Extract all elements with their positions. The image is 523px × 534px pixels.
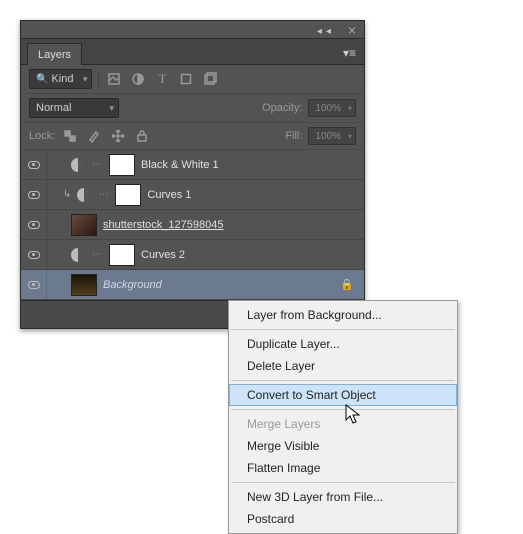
visibility-toggle[interactable] [21, 180, 47, 209]
layer-name[interactable]: Background [103, 279, 162, 291]
eye-icon [28, 161, 40, 169]
lock-pixels-icon[interactable] [85, 127, 103, 145]
menu-layer-from-background[interactable]: Layer from Background... [229, 304, 457, 326]
collapse-arrows-icon[interactable]: ◂◂ [317, 26, 334, 34]
layer-row[interactable]: shutterstock_127598045 [21, 210, 364, 240]
menu-convert-smart-object[interactable]: Convert to Smart Object [229, 384, 457, 406]
visibility-toggle[interactable] [21, 150, 47, 179]
lock-transparency-icon[interactable] [61, 127, 79, 145]
panel-topbar: ◂◂ × [21, 21, 364, 39]
opacity-value[interactable]: 100% [308, 99, 356, 117]
visibility-toggle[interactable] [21, 210, 47, 239]
eye-icon [28, 191, 40, 199]
mask-link-icon[interactable]: ⋯ [91, 159, 103, 170]
menu-merge-visible[interactable]: Merge Visible [229, 435, 457, 457]
menu-separator [231, 409, 455, 410]
mask-link-icon[interactable]: ⋯ [97, 189, 109, 200]
mask-link-icon[interactable]: ⋯ [91, 249, 103, 260]
layer-filter-row: 🔍 Kind T [21, 65, 364, 94]
menu-delete-layer[interactable]: Delete Layer [229, 355, 457, 377]
filter-adjustment-icon[interactable] [129, 70, 147, 88]
panel-tabbar: Layers ▾≡ [21, 39, 364, 65]
adjustment-icon [71, 158, 85, 172]
fill-value[interactable]: 100% [308, 127, 356, 145]
layer-list: ⋯ Black & White 1 ↳ ⋯ Curves 1 shutterst… [21, 150, 364, 300]
menu-merge-layers: Merge Layers [229, 413, 457, 435]
search-icon: 🔍 [36, 74, 48, 85]
menu-flatten-image[interactable]: Flatten Image [229, 457, 457, 479]
lock-icon: 🔒 [340, 278, 354, 291]
divider [98, 70, 99, 88]
lock-row: Lock: Fill: 100% [21, 123, 364, 150]
filter-pixel-icon[interactable] [105, 70, 123, 88]
eye-icon [28, 281, 40, 289]
layer-mask-thumb[interactable] [109, 154, 135, 176]
adjustment-icon [71, 248, 85, 262]
filter-type-icon[interactable]: T [153, 70, 171, 88]
filter-kind-label: Kind [51, 73, 73, 85]
filter-kind-select[interactable]: 🔍 Kind [29, 69, 92, 89]
layer-thumbnail[interactable] [71, 214, 97, 236]
tab-layers[interactable]: Layers [27, 43, 82, 65]
blend-mode-select[interactable]: Normal [29, 98, 119, 118]
lock-all-icon[interactable] [133, 127, 151, 145]
opacity-label: Opacity: [262, 102, 302, 114]
panel-menu-icon[interactable]: ▾≡ [335, 42, 364, 64]
layers-panel: ◂◂ × Layers ▾≡ 🔍 Kind T Normal Opacity: … [20, 20, 365, 329]
close-icon[interactable]: × [344, 22, 360, 38]
layer-context-menu: Layer from Background... Duplicate Layer… [228, 300, 458, 534]
menu-postcard[interactable]: Postcard [229, 508, 457, 530]
fill-label: Fill: [285, 130, 302, 142]
layer-name[interactable]: Curves 1 [147, 189, 191, 201]
layer-mask-thumb[interactable] [109, 244, 135, 266]
visibility-toggle[interactable] [21, 270, 47, 299]
adjustment-icon [77, 188, 91, 202]
eye-icon [28, 251, 40, 259]
layer-name[interactable]: Black & White 1 [141, 159, 219, 171]
layer-name[interactable]: Curves 2 [141, 249, 185, 261]
clip-indicator-icon: ↳ [63, 189, 71, 200]
layer-row[interactable]: ↳ ⋯ Curves 1 [21, 180, 364, 210]
eye-icon [28, 221, 40, 229]
blend-row: Normal Opacity: 100% [21, 94, 364, 123]
layer-name[interactable]: shutterstock_127598045 [103, 219, 223, 231]
menu-duplicate-layer[interactable]: Duplicate Layer... [229, 333, 457, 355]
menu-separator [231, 329, 455, 330]
lock-label: Lock: [29, 130, 55, 142]
layer-mask-thumb[interactable] [115, 184, 141, 206]
lock-position-icon[interactable] [109, 127, 127, 145]
visibility-toggle[interactable] [21, 240, 47, 269]
filter-shape-icon[interactable] [177, 70, 195, 88]
filter-smartobject-icon[interactable] [201, 70, 219, 88]
layer-thumbnail[interactable] [71, 274, 97, 296]
layer-row[interactable]: Background 🔒 [21, 270, 364, 300]
menu-separator [231, 380, 455, 381]
menu-new-3d-layer[interactable]: New 3D Layer from File... [229, 486, 457, 508]
menu-separator [231, 482, 455, 483]
layer-row[interactable]: ⋯ Curves 2 [21, 240, 364, 270]
layer-row[interactable]: ⋯ Black & White 1 [21, 150, 364, 180]
